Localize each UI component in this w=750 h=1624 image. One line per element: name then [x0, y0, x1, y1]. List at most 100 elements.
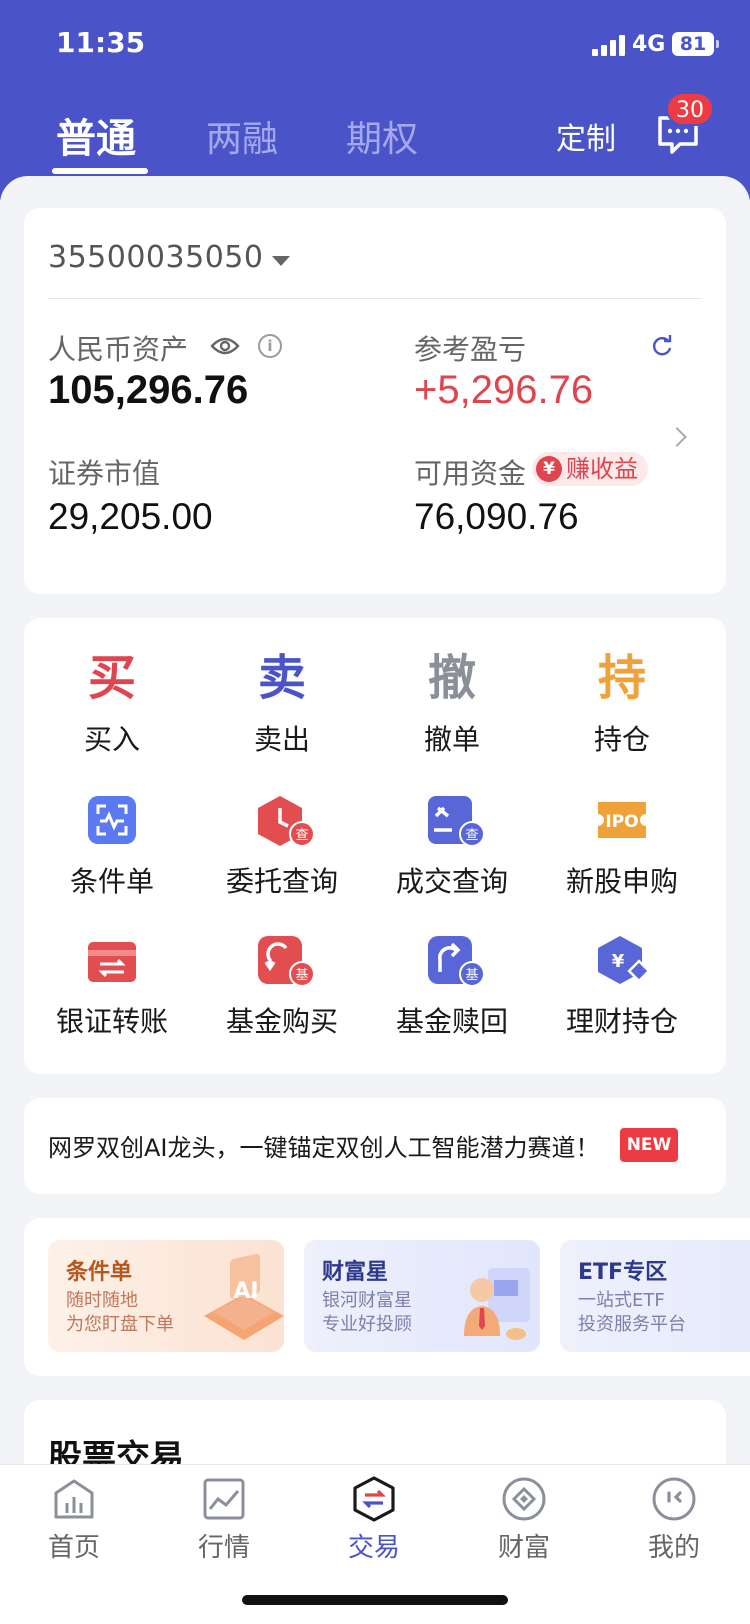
chevron-right-icon[interactable]: [667, 427, 687, 447]
trade-icon: [353, 1476, 395, 1522]
yen-icon: ¥: [536, 456, 562, 482]
nav-wealth-label: 财富: [497, 1533, 550, 1563]
ipo-subscribe-button[interactable]: IPO 新股申购: [537, 794, 707, 900]
condition-order-label: 条件单: [69, 865, 154, 898]
promo-banner[interactable]: 网罗双创AI龙头，一键锚定双创人工智能潜力赛道！ NEW: [24, 1098, 726, 1194]
nav-profile-label: 我的: [647, 1533, 700, 1563]
order-query-button[interactable]: 查 委托查询: [197, 794, 367, 900]
buy-label: 买入: [83, 723, 140, 756]
caret-down-icon[interactable]: [272, 256, 290, 266]
fund-buy-button[interactable]: 基 基金购买: [197, 934, 367, 1040]
available-funds-label: 可用资金: [414, 457, 527, 490]
condition-order-button[interactable]: 条件单: [27, 794, 197, 900]
market-value: 29,205.00: [48, 496, 213, 537]
new-badge: NEW: [620, 1128, 678, 1162]
fund-redeem-icon: 基: [426, 934, 485, 987]
ref-pnl-value: +5,296.76: [414, 368, 594, 412]
nav-wealth[interactable]: 财富: [474, 1475, 574, 1564]
nav-home[interactable]: 首页: [24, 1475, 124, 1564]
bank-transfer-button[interactable]: 银证转账: [27, 934, 197, 1040]
ai-art-icon: AI: [204, 1254, 284, 1340]
advisor-art-icon: [464, 1268, 530, 1340]
earn-returns-badge[interactable]: ¥ 赚收益: [532, 452, 648, 486]
fund-buy-icon: 基: [256, 934, 315, 987]
account-card: 35500035050 人民币资产 i 105,296.76 参考盈亏 +5,2…: [24, 208, 726, 594]
svg-text:查: 查: [295, 828, 308, 843]
ref-pnl-label: 参考盈亏: [414, 333, 527, 366]
buy-glyph: 买: [87, 650, 136, 706]
cancel-order-label: 撤单: [423, 723, 480, 756]
wealth-holding-label: 理财持仓: [565, 1005, 678, 1038]
home-icon: [54, 1479, 94, 1519]
market-value-label: 证券市值: [48, 457, 161, 490]
wealth-holding-button[interactable]: ¥ 理财持仓: [537, 934, 707, 1040]
trade-query-icon: 查: [426, 794, 485, 847]
buy-button[interactable]: 买 买入: [27, 648, 197, 758]
ipo-subscribe-label: 新股申购: [565, 865, 678, 898]
promo-line2: 专业好投顾: [322, 1314, 412, 1335]
profile-icon: [652, 1477, 696, 1521]
nav-profile[interactable]: 我的: [624, 1475, 724, 1564]
info-icon[interactable]: i: [258, 334, 282, 358]
nav-home-label: 首页: [47, 1533, 100, 1563]
order-query-label: 委托查询: [225, 865, 338, 898]
home-indicator[interactable]: [242, 1595, 508, 1605]
promo-line1: 随时随地: [66, 1290, 138, 1311]
refresh-icon[interactable]: [650, 334, 674, 358]
nav-trade[interactable]: 交易: [324, 1475, 424, 1564]
bank-transfer-label: 银证转账: [55, 1005, 168, 1038]
available-funds-value: 76,090.76: [414, 496, 579, 537]
trade-query-label: 成交查询: [395, 865, 508, 898]
status-bar: 11:35 4G 81: [0, 0, 750, 90]
tab-margin[interactable]: 两融: [206, 110, 278, 162]
market-icon: [203, 1478, 245, 1520]
active-tab-indicator: [52, 168, 148, 174]
tab-options[interactable]: 期权: [346, 110, 418, 162]
function-grid-card: 买 买入 卖 卖出 撤 撤单 持 持仓 条件单 查 委托查询 查 成交查询 IP…: [24, 618, 726, 1074]
nav-market[interactable]: 行情: [174, 1475, 274, 1564]
customize-button[interactable]: 定制: [556, 114, 616, 158]
fund-redeem-button[interactable]: 基 基金赎回: [367, 934, 537, 1040]
network-type: 4G: [632, 32, 666, 57]
svg-text:¥: ¥: [612, 951, 625, 972]
sell-button[interactable]: 卖 卖出: [197, 648, 367, 758]
earn-returns-label: 赚收益: [566, 455, 638, 483]
svg-text:查: 查: [465, 828, 478, 843]
promo-title: 财富星: [322, 1260, 389, 1285]
order-query-icon: 查: [256, 794, 315, 847]
svg-text:基: 基: [465, 968, 478, 983]
battery-icon: 81: [672, 32, 719, 56]
status-time: 11:35: [56, 26, 146, 59]
promo-carousel: 条件单 随时随地 为您盯盘下单 AI 财富星 银河财富星 专业好投顾 ETF专区…: [24, 1218, 750, 1376]
wealth-icon: [502, 1477, 546, 1521]
eye-icon[interactable]: [210, 336, 240, 356]
promo-line1: 一站式ETF: [578, 1290, 665, 1311]
cancel-order-button[interactable]: 撤 撤单: [367, 648, 537, 758]
svg-text:基: 基: [295, 968, 308, 983]
promo-card-condition[interactable]: 条件单 随时随地 为您盯盘下单 AI: [48, 1240, 284, 1352]
wealth-holding-icon: ¥: [596, 934, 651, 986]
promo-line1: 银河财富星: [322, 1290, 412, 1311]
nav-trade-label: 交易: [347, 1533, 400, 1563]
bottom-navigation: 首页 行情 交易 财富 我的: [0, 1464, 750, 1624]
promo-title: 条件单: [66, 1260, 133, 1285]
promo-card-etf[interactable]: ETF专区 一站式ETF 投资服务平台: [560, 1240, 750, 1352]
holdings-button[interactable]: 持 持仓: [537, 648, 707, 758]
promo-card-wealth-star[interactable]: 财富星 银河财富星 专业好投顾: [304, 1240, 540, 1352]
fund-redeem-label: 基金赎回: [395, 1005, 508, 1038]
account-type-tabs: 普通 两融 期权 定制 30: [0, 92, 750, 180]
signal-icon: [592, 34, 626, 56]
nav-market-label: 行情: [197, 1533, 250, 1563]
cancel-glyph: 撤: [427, 650, 476, 706]
holdings-glyph: 持: [597, 650, 646, 706]
rmb-assets-label: 人民币资产: [48, 333, 189, 366]
condition-scan-icon: [86, 794, 138, 846]
app-header: 11:35 4G 81 普通 两融 期权 定制 30: [0, 0, 750, 200]
tab-normal[interactable]: 普通: [56, 106, 136, 164]
sell-label: 卖出: [253, 723, 310, 756]
holdings-label: 持仓: [593, 723, 650, 756]
trade-query-button[interactable]: 查 成交查询: [367, 794, 537, 900]
promo-title: ETF专区: [578, 1260, 668, 1285]
bank-transfer-icon: [86, 934, 138, 986]
account-number[interactable]: 35500035050: [48, 240, 263, 275]
